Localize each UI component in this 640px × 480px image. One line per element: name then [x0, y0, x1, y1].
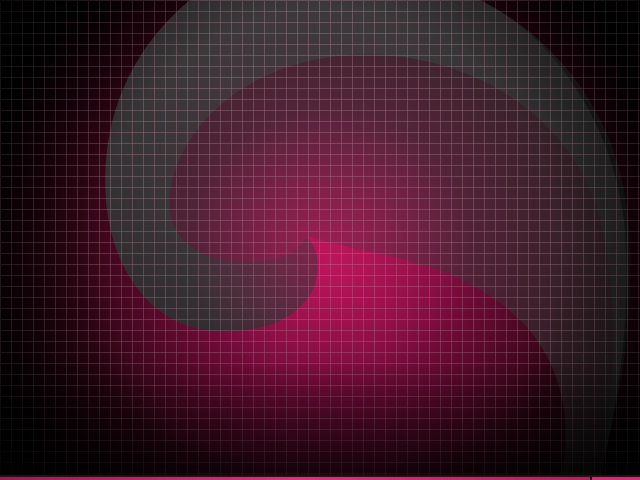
taskbar-strip[interactable]: [0, 475, 640, 480]
desktop[interactable]: [0, 0, 640, 480]
desktop-wallpaper: [0, 0, 640, 480]
